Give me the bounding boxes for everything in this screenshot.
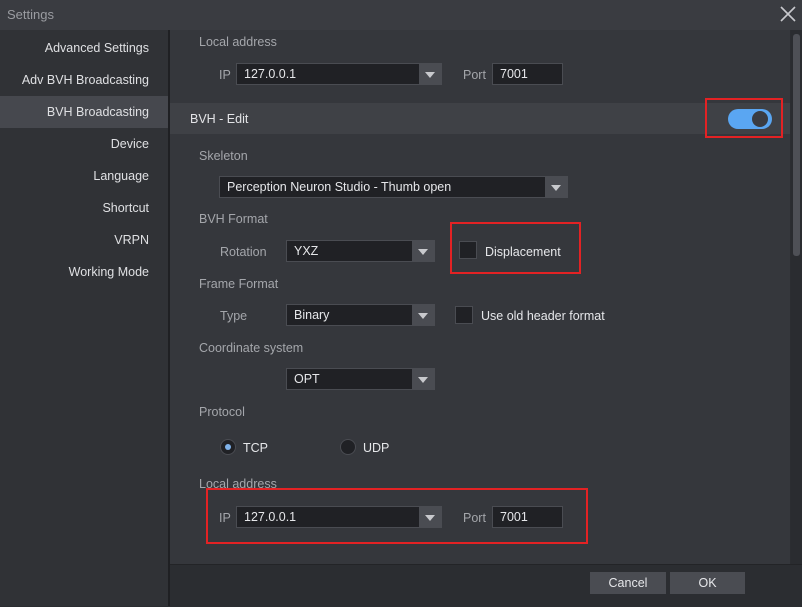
sidebar-item-advanced-settings[interactable]: Advanced Settings (45, 32, 149, 64)
skeleton-label: Skeleton (199, 149, 248, 163)
cancel-button[interactable]: Cancel (590, 572, 666, 594)
top-ip-label: IP (219, 68, 231, 82)
sidebar-item-adv-bvh-broadcasting[interactable]: Adv BVH Broadcasting (22, 64, 149, 96)
coordinate-system-dropdown[interactable]: OPT (286, 368, 435, 390)
ok-button[interactable]: OK (670, 572, 745, 594)
sidebar-item-working-mode[interactable]: Working Mode (69, 256, 149, 288)
chevron-down-icon (412, 369, 434, 389)
top-port-label: Port (463, 68, 486, 82)
top-port-value: 7001 (500, 67, 528, 81)
type-dropdown[interactable]: Binary (286, 304, 435, 326)
chevron-down-icon (412, 241, 434, 261)
bvh-format-label: BVH Format (199, 212, 268, 226)
chevron-down-icon (545, 177, 567, 197)
protocol-radio-tcp[interactable] (220, 439, 236, 455)
skeleton-value: Perception Neuron Studio - Thumb open (227, 180, 452, 194)
frame-format-label: Frame Format (199, 277, 279, 291)
top-local-address-label: Local address (199, 35, 277, 49)
chevron-down-icon (412, 305, 434, 325)
type-label: Type (220, 309, 248, 323)
protocol-label: Protocol (199, 405, 245, 419)
sidebar-item-language[interactable]: Language (93, 160, 149, 192)
window-title: Settings (7, 7, 54, 22)
close-icon[interactable] (778, 4, 798, 24)
skeleton-dropdown[interactable]: Perception Neuron Studio - Thumb open (219, 176, 568, 198)
bvh-edit-section-header: BVH - Edit (170, 103, 790, 134)
highlight-box-displacement (450, 222, 581, 274)
highlight-box-local-address (206, 488, 588, 544)
section-title: BVH - Edit (190, 112, 249, 126)
sidebar-item-bvh-broadcasting[interactable]: BVH Broadcasting (0, 96, 168, 128)
coordinate-system-value: OPT (294, 372, 320, 386)
highlight-box-toggle (705, 98, 783, 138)
rotation-value: YXZ (294, 244, 319, 258)
old-header-label: Use old header format (481, 309, 605, 323)
chevron-down-icon (419, 64, 441, 84)
type-value: Binary (294, 308, 330, 322)
protocol-tcp-label: TCP (243, 441, 268, 455)
top-ip-dropdown[interactable]: 127.0.0.1 (236, 63, 442, 85)
sidebar-item-shortcut[interactable]: Shortcut (102, 192, 149, 224)
coordinate-system-label: Coordinate system (199, 341, 304, 355)
rotation-dropdown[interactable]: YXZ (286, 240, 435, 262)
sidebar-item-vrpn[interactable]: VRPN (114, 224, 149, 256)
protocol-radio-udp[interactable] (340, 439, 356, 455)
protocol-udp-label: UDP (363, 441, 390, 455)
sidebar: Advanced Settings Adv BVH Broadcasting B… (0, 30, 168, 606)
top-ip-value: 127.0.0.1 (244, 67, 297, 81)
rotation-label: Rotation (220, 245, 267, 259)
scrollbar-thumb[interactable] (793, 34, 800, 256)
title-bar: Settings (0, 0, 802, 30)
sidebar-item-device[interactable]: Device (111, 128, 149, 160)
top-port-input[interactable]: 7001 (492, 63, 563, 85)
old-header-checkbox[interactable] (455, 306, 473, 324)
